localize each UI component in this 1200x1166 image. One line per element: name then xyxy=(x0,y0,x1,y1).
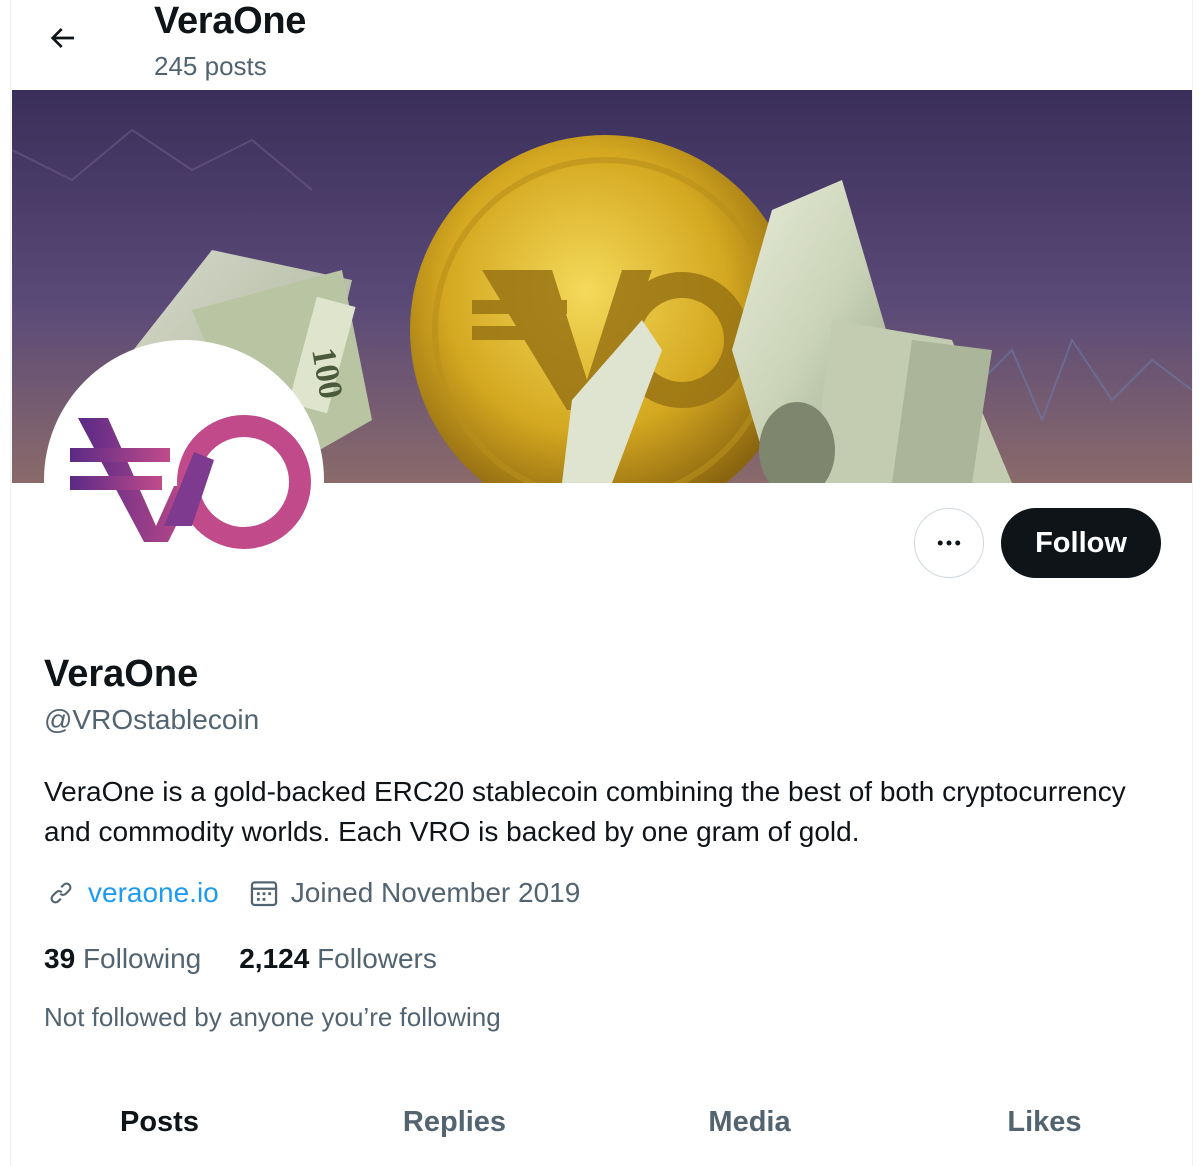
calendar-icon xyxy=(250,881,277,907)
profile-avatar[interactable] xyxy=(44,340,324,620)
joined-date: Joined November 2019 xyxy=(290,877,581,908)
header-title: VeraOne xyxy=(154,0,307,42)
following-label: Following xyxy=(82,943,202,974)
tab-likes[interactable]: Likes xyxy=(897,1090,1192,1166)
tab-posts[interactable]: Posts xyxy=(12,1090,307,1166)
veraone-logo-icon xyxy=(70,415,311,549)
website-link[interactable]: veraone.io xyxy=(88,874,219,912)
tab-replies[interactable]: Replies xyxy=(307,1090,602,1166)
follow-button[interactable]: Follow xyxy=(1001,508,1161,578)
website-item[interactable]: veraone.io xyxy=(44,874,219,912)
followers-count: 2,124 xyxy=(239,943,310,974)
tab-media[interactable]: Media xyxy=(602,1090,897,1166)
following-count: 39 xyxy=(44,943,76,974)
more-options-button[interactable] xyxy=(914,508,984,578)
joined-item: Joined November 2019 xyxy=(247,874,581,912)
profile-meta: veraone.io Joined November 2019 xyxy=(44,874,580,912)
profile-tabs: Posts Replies Media Likes xyxy=(12,1090,1192,1166)
profile-handle: @VROstablecoin xyxy=(44,704,260,735)
link-icon xyxy=(50,882,72,904)
not-followed-notice: Not followed by anyone you’re following xyxy=(44,1002,501,1032)
followers-label: Followers xyxy=(317,943,437,974)
following-link[interactable]: 39 Following xyxy=(44,940,201,978)
back-button[interactable] xyxy=(36,14,88,62)
more-horizontal-icon xyxy=(937,540,961,546)
profile-display-name: VeraOne xyxy=(44,653,199,695)
followers-link[interactable]: 2,124 Followers xyxy=(239,940,437,978)
follow-stats: 39 Following 2,124 Followers xyxy=(44,940,475,978)
arrow-left-icon xyxy=(50,28,74,48)
header-posts-count: 245 posts xyxy=(154,51,267,81)
profile-bio: VeraOne is a gold-backed ERC20 stablecoi… xyxy=(44,776,1126,847)
